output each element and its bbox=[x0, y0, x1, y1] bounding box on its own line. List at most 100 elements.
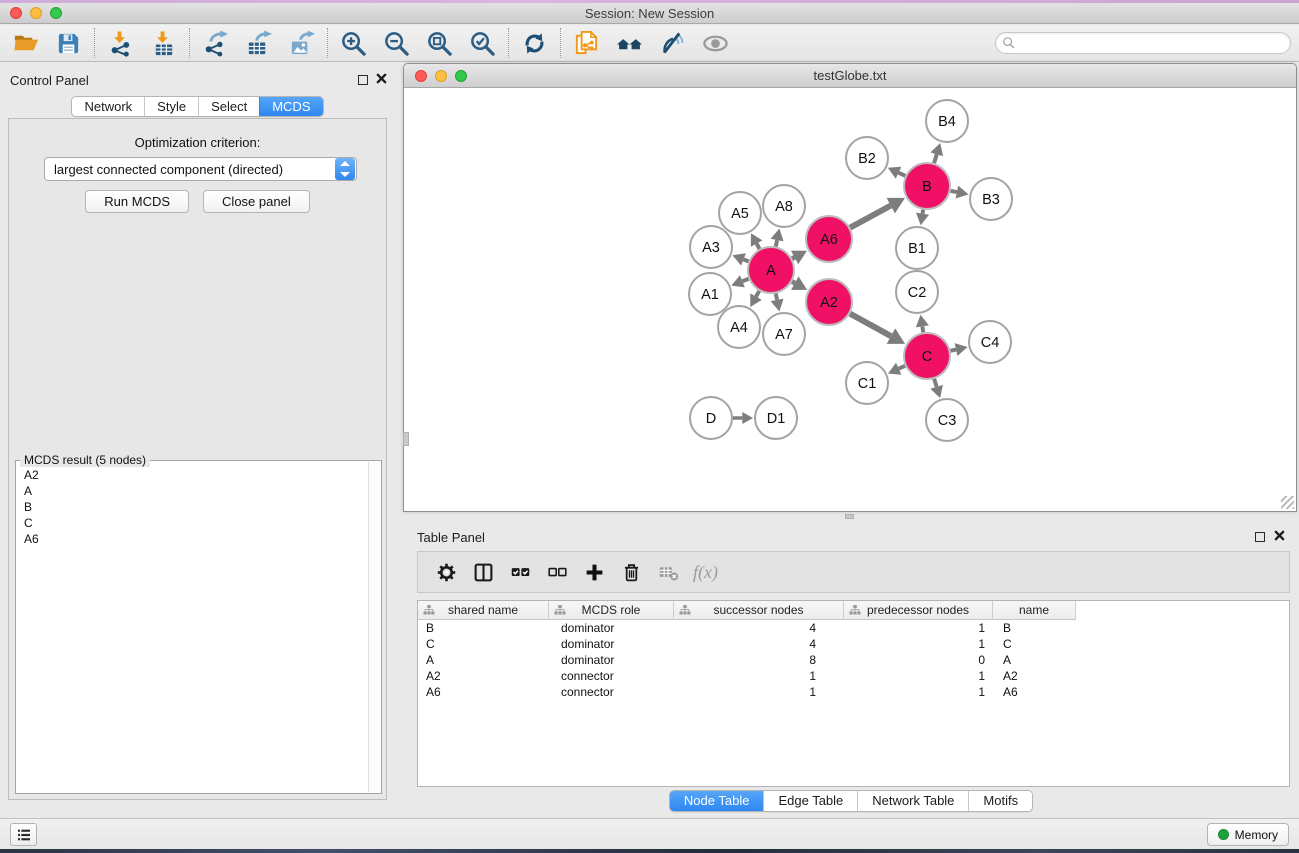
refresh-button[interactable] bbox=[513, 27, 556, 59]
network-node-A7[interactable]: A7 bbox=[763, 313, 805, 355]
graphics-details-button[interactable] bbox=[651, 27, 694, 59]
import-table-button[interactable] bbox=[142, 27, 185, 59]
network-edge-C-C2[interactable] bbox=[916, 315, 929, 333]
tab-network[interactable]: Network bbox=[72, 97, 144, 116]
float-table-panel-icon[interactable] bbox=[1255, 532, 1265, 542]
zoom-fit-button[interactable] bbox=[418, 27, 461, 59]
network-edge-A-A7[interactable] bbox=[771, 294, 784, 312]
network-edge-A2-C[interactable] bbox=[850, 314, 905, 344]
table-settings-button[interactable] bbox=[428, 555, 465, 589]
network-node-B4[interactable]: B4 bbox=[926, 100, 968, 142]
network-edge-A-A2[interactable] bbox=[791, 276, 807, 290]
mcds-result-item[interactable]: B bbox=[24, 499, 367, 515]
network-edge-A-A3[interactable] bbox=[732, 253, 748, 265]
network-edge-A-A1[interactable] bbox=[731, 275, 748, 287]
first-neighbors-button[interactable] bbox=[608, 27, 651, 59]
tab-motifs[interactable]: Motifs bbox=[968, 791, 1032, 811]
network-node-A1[interactable]: A1 bbox=[689, 273, 731, 315]
network-node-C4[interactable]: C4 bbox=[969, 321, 1011, 363]
network-node-A3[interactable]: A3 bbox=[690, 226, 732, 268]
mcds-result-item[interactable]: A6 bbox=[24, 531, 367, 547]
tab-network-table[interactable]: Network Table bbox=[857, 791, 968, 811]
delete-table-button[interactable] bbox=[650, 555, 687, 589]
mcds-result-list[interactable]: A2ABCA6 bbox=[16, 467, 367, 793]
network-node-B1[interactable]: B1 bbox=[896, 227, 938, 269]
network-close-button[interactable] bbox=[415, 70, 427, 82]
column-header-name[interactable]: name bbox=[993, 601, 1076, 620]
show-log-button[interactable] bbox=[10, 823, 37, 846]
tab-edge-table[interactable]: Edge Table bbox=[763, 791, 857, 811]
network-node-B3[interactable]: B3 bbox=[970, 178, 1012, 220]
network-edge-A6-B[interactable] bbox=[850, 198, 905, 228]
network-canvas[interactable]: AA1A2A3A4A5A6A7A8BB1B2B3B4CC1C2C3C4DD1 bbox=[404, 88, 1296, 511]
show-columns-button[interactable] bbox=[465, 555, 502, 589]
close-control-panel-icon[interactable] bbox=[376, 71, 387, 89]
network-edge-B-B4[interactable] bbox=[930, 143, 943, 163]
minimize-window-button[interactable] bbox=[30, 7, 42, 19]
network-edge-C-C4[interactable] bbox=[950, 343, 967, 356]
network-node-A8[interactable]: A8 bbox=[763, 185, 805, 227]
birdseye-view-button[interactable] bbox=[694, 27, 737, 59]
network-edge-B-B3[interactable] bbox=[951, 186, 969, 199]
run-mcds-button[interactable]: Run MCDS bbox=[85, 190, 189, 213]
criterion-dropdown[interactable]: largest connected component (directed) bbox=[44, 157, 357, 181]
mcds-result-item[interactable]: A2 bbox=[24, 467, 367, 483]
network-node-C[interactable]: C bbox=[904, 333, 950, 379]
tab-style[interactable]: Style bbox=[144, 97, 198, 116]
network-node-A5[interactable]: A5 bbox=[719, 192, 761, 234]
memory-button[interactable]: Memory bbox=[1207, 823, 1289, 846]
select-all-button[interactable] bbox=[502, 555, 539, 589]
export-image-button[interactable] bbox=[280, 27, 323, 59]
network-node-A[interactable]: A bbox=[748, 247, 794, 293]
column-header-predecessor-nodes[interactable]: predecessor nodes bbox=[844, 601, 993, 620]
tab-select[interactable]: Select bbox=[198, 97, 259, 116]
open-session-button[interactable] bbox=[4, 27, 47, 59]
network-node-A2[interactable]: A2 bbox=[806, 279, 852, 325]
network-node-D[interactable]: D bbox=[690, 397, 732, 439]
network-minimize-button[interactable] bbox=[435, 70, 447, 82]
network-edge-B-B2[interactable] bbox=[888, 167, 905, 179]
network-node-C3[interactable]: C3 bbox=[926, 399, 968, 441]
zoom-out-button[interactable] bbox=[375, 27, 418, 59]
network-edge-A-A5[interactable] bbox=[751, 233, 763, 249]
close-window-button[interactable] bbox=[10, 7, 22, 19]
network-edge-A-A4[interactable] bbox=[750, 291, 762, 307]
table-row[interactable]: Cdominator41C bbox=[418, 636, 1289, 652]
table-row[interactable]: A6connector11A6 bbox=[418, 684, 1289, 700]
zoom-selected-button[interactable] bbox=[461, 27, 504, 59]
add-row-button[interactable] bbox=[576, 555, 613, 589]
column-header-MCDS-role[interactable]: MCDS role bbox=[549, 601, 674, 620]
save-session-button[interactable] bbox=[47, 27, 90, 59]
mcds-result-item[interactable]: C bbox=[24, 515, 367, 531]
fullscreen-window-button[interactable] bbox=[50, 7, 62, 19]
network-edge-C-C3[interactable] bbox=[930, 379, 943, 398]
function-builder-button[interactable]: f(x) bbox=[687, 562, 718, 583]
network-edge-A-A8[interactable] bbox=[771, 229, 784, 247]
column-header-shared-name[interactable]: shared name bbox=[418, 601, 549, 620]
network-edge-C-C1[interactable] bbox=[888, 363, 905, 375]
deselect-all-button[interactable] bbox=[539, 555, 576, 589]
network-node-A4[interactable]: A4 bbox=[718, 306, 760, 348]
close-panel-button[interactable]: Close panel bbox=[203, 190, 310, 213]
new-network-from-selection-button[interactable] bbox=[565, 27, 608, 59]
table-row[interactable]: Adominator80A bbox=[418, 652, 1289, 668]
vertical-scroll-thumb[interactable] bbox=[403, 432, 409, 446]
column-header-successor-nodes[interactable]: successor nodes bbox=[674, 601, 844, 620]
resize-grip[interactable] bbox=[1281, 496, 1294, 509]
close-table-panel-icon[interactable] bbox=[1274, 528, 1285, 546]
network-edge-B-B1[interactable] bbox=[916, 210, 929, 226]
search-input[interactable] bbox=[1020, 34, 1284, 52]
network-node-C1[interactable]: C1 bbox=[846, 362, 888, 404]
network-node-C2[interactable]: C2 bbox=[896, 271, 938, 313]
network-edge-D-D1[interactable] bbox=[733, 412, 753, 424]
export-table-button[interactable] bbox=[237, 27, 280, 59]
import-network-button[interactable] bbox=[99, 27, 142, 59]
delete-row-button[interactable] bbox=[613, 555, 650, 589]
network-zoom-button[interactable] bbox=[455, 70, 467, 82]
table-row[interactable]: Bdominator41B bbox=[418, 620, 1289, 636]
tab-node-table[interactable]: Node Table bbox=[670, 791, 764, 811]
zoom-in-button[interactable] bbox=[332, 27, 375, 59]
mcds-result-item[interactable]: A bbox=[24, 483, 367, 499]
horizontal-scroll-thumb[interactable] bbox=[845, 514, 854, 519]
network-node-B[interactable]: B bbox=[904, 163, 950, 209]
